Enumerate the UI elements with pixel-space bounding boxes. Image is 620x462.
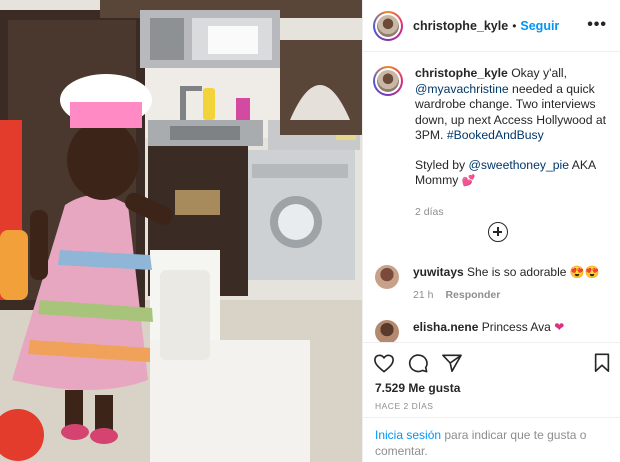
post-photo[interactable] [0, 0, 362, 462]
separator-dot: • [512, 18, 517, 33]
comment-meta: 21 h Responder [413, 289, 611, 301]
styled-prefix: Styled by [415, 157, 469, 172]
post-date: HACE 2 DÍAS [375, 401, 434, 411]
comment-text: yuwitays She is so adorable 😍😍 [413, 265, 611, 280]
heart-eyes-emoji: 😍😍 [569, 265, 600, 279]
two-hearts-emoji: 💕 [461, 175, 476, 187]
comment-text: elisha.nene Princess Ava ❤ [413, 320, 611, 335]
photo-illustration [0, 0, 362, 462]
comment-time: 21 h [413, 289, 434, 301]
hashtag-link[interactable]: #BookedAndBusy [447, 128, 544, 142]
likes-count[interactable]: 7.529 Me gusta [375, 381, 460, 395]
mention-link[interactable]: @myavachristine [415, 82, 509, 96]
heart-emoji: ❤ [554, 320, 565, 334]
save-bookmark-icon[interactable] [593, 353, 611, 373]
caption-author-avatar[interactable] [373, 66, 403, 96]
post-header: christophe_kyle • Seguir ••• [363, 0, 620, 52]
comment-bubble-icon[interactable] [407, 353, 429, 373]
reply-button[interactable]: Responder [445, 289, 500, 301]
commenter-avatar[interactable] [375, 265, 399, 289]
caption-username[interactable]: christophe_kyle [415, 66, 508, 80]
caption-text-part: Okay y'all, [507, 66, 568, 80]
load-more-comments-icon[interactable] [488, 222, 508, 242]
caption-timestamp: 2 días [415, 205, 444, 218]
caption-styled-by: Styled by @sweethoney_pie AKA Mommy 💕 [415, 158, 613, 190]
post-sidebar: christophe_kyle • Seguir ••• christophe_… [362, 0, 620, 462]
post-actions: 7.529 Me gusta HACE 2 DÍAS Inicia sesión… [363, 342, 620, 462]
login-link[interactable]: Inicia sesión [375, 428, 441, 442]
post-caption: christophe_kyle Okay y'all, @myavachrist… [373, 66, 613, 218]
commenter-username[interactable]: yuwitays [413, 265, 464, 279]
author-avatar[interactable] [373, 10, 403, 41]
mention-link[interactable]: @sweethoney_pie [469, 158, 569, 172]
commenter-avatar[interactable] [375, 320, 399, 344]
comment-item: yuwitays She is so adorable 😍😍 21 h Respo… [375, 265, 611, 301]
author-username[interactable]: christophe_kyle [413, 19, 508, 33]
login-prompt: Inicia sesión para indicar que te gusta … [363, 417, 620, 462]
share-paper-plane-icon[interactable] [441, 353, 463, 373]
comment-body: She is so adorable [463, 265, 570, 279]
comment-item: elisha.nene Princess Ava ❤ [375, 320, 611, 344]
caption-text: christophe_kyle Okay y'all, @myavachrist… [415, 66, 613, 144]
like-heart-icon[interactable] [373, 353, 395, 373]
follow-button[interactable]: Seguir [520, 19, 559, 33]
comment-body: Princess Ava [478, 320, 555, 334]
commenter-username[interactable]: elisha.nene [413, 320, 478, 334]
action-icons [373, 353, 463, 373]
more-options-icon[interactable]: ••• [587, 16, 607, 34]
